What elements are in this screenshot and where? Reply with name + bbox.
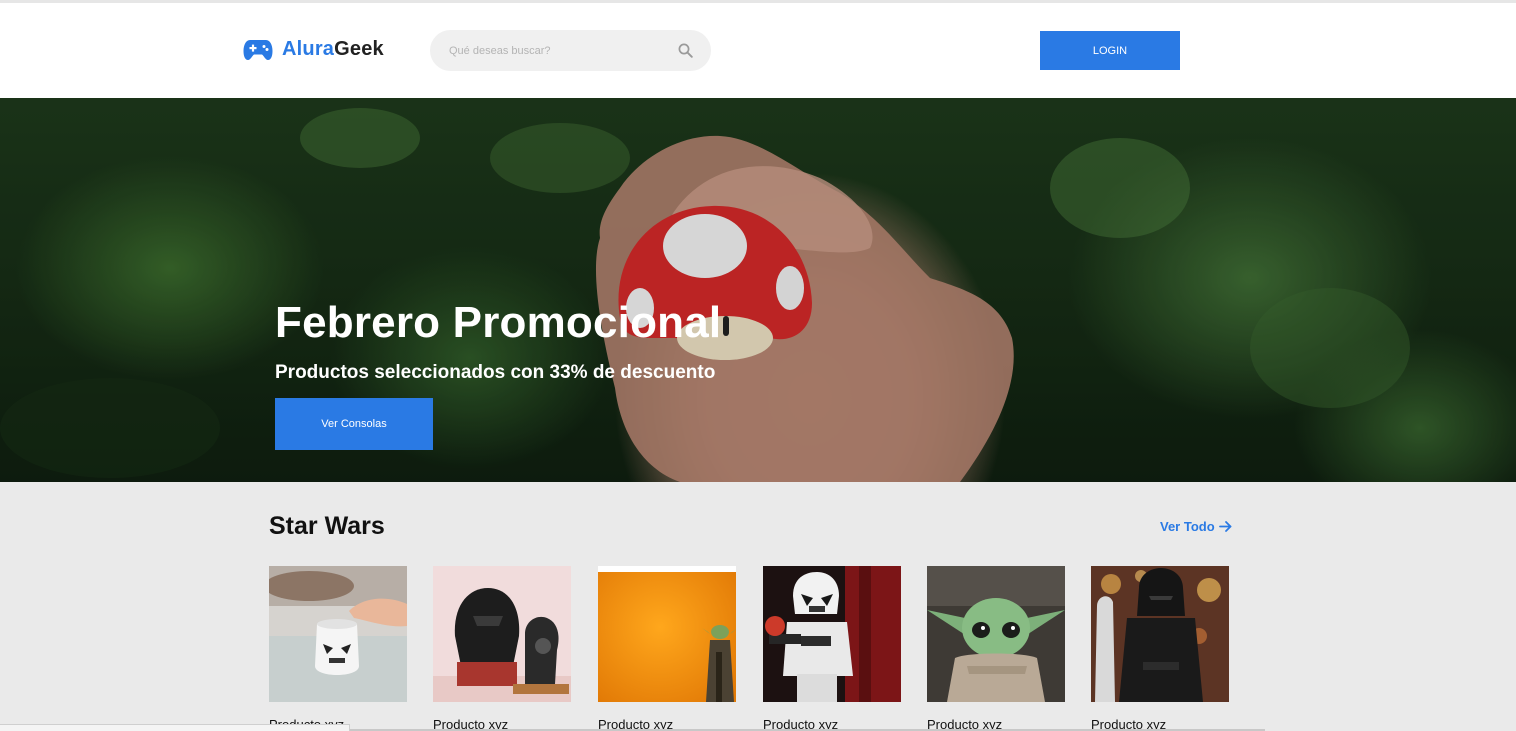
login-button[interactable]: LOGIN xyxy=(1040,31,1180,70)
hero-subtitle: Productos seleccionados con 33% de descu… xyxy=(275,362,716,383)
arrow-right-icon xyxy=(1218,521,1232,532)
stormtrooper-figure-image xyxy=(763,566,901,702)
hero-background-image xyxy=(0,98,1516,482)
hero-banner: Febrero Promocional Productos selecciona… xyxy=(0,98,1516,482)
brand-name: AluraGeek xyxy=(282,38,384,61)
product-card[interactable]: Producto xyz xyxy=(1091,566,1229,731)
search-input[interactable] xyxy=(449,30,674,71)
product-card[interactable]: Producto xyz xyxy=(433,566,571,731)
product-card[interactable]: Producto xyz xyxy=(763,566,901,731)
product-card[interactable]: Producto xyz xyxy=(598,566,736,731)
kylo-ren-image xyxy=(1091,566,1229,702)
brand-name-part2: Geek xyxy=(334,37,384,60)
product-image[interactable] xyxy=(927,566,1065,702)
stormtrooper-mug-image xyxy=(269,566,407,702)
view-all-label: Ver Todo xyxy=(1160,519,1215,534)
brand-logo[interactable]: AluraGeek xyxy=(243,37,384,61)
section-title: Star Wars xyxy=(269,512,385,540)
product-image[interactable] xyxy=(763,566,901,702)
product-card[interactable]: Producto xyz xyxy=(927,566,1065,731)
brand-name-part1: Alura xyxy=(282,37,335,60)
gamepad-icon xyxy=(243,40,273,60)
site-header: AluraGeek LOGIN xyxy=(0,3,1516,98)
view-all-link[interactable]: Ver Todo xyxy=(1160,519,1232,534)
product-image[interactable] xyxy=(433,566,571,702)
product-image[interactable] xyxy=(598,566,736,702)
baby-yoda-image xyxy=(927,566,1065,702)
view-consoles-button[interactable]: Ver Consolas xyxy=(275,398,433,450)
product-image[interactable] xyxy=(269,566,407,702)
product-card[interactable]: Producto xyz xyxy=(269,566,407,731)
yoda-orange-image xyxy=(598,566,736,702)
search-bar xyxy=(430,30,711,71)
hero-title: Febrero Promocional xyxy=(275,298,722,347)
search-icon[interactable] xyxy=(678,43,693,58)
product-grid: Producto xyz Producto xyz Producto xyz P… xyxy=(269,566,1229,731)
product-image[interactable] xyxy=(1091,566,1229,702)
darth-vader-lego-image xyxy=(433,566,571,702)
browser-status-bar xyxy=(0,724,350,731)
